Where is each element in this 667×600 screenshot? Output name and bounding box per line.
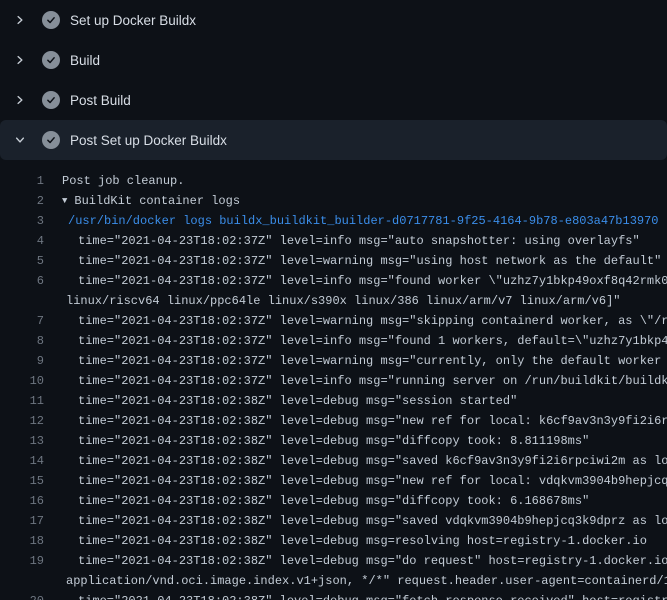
chevron-right-icon[interactable]	[12, 92, 28, 108]
line-number[interactable]: 3	[0, 211, 44, 231]
log-text: time="2021-04-23T18:02:38Z" level=debug …	[78, 494, 589, 508]
log-line: 2 ▼BuildKit container logs	[0, 191, 667, 211]
steps-list: Set up Docker Buildx Build Post Build	[0, 0, 667, 160]
log-text: time="2021-04-23T18:02:37Z" level=info m…	[78, 374, 667, 388]
line-number[interactable]: 17	[0, 511, 44, 531]
log-line: 15 ▼time="2021-04-23T18:02:38Z" level=de…	[0, 471, 667, 491]
log-text: time="2021-04-23T18:02:37Z" level=info m…	[78, 234, 640, 248]
line-number[interactable]: 14	[0, 451, 44, 471]
step-label: Build	[70, 53, 100, 68]
log-line: 20 ▼time="2021-04-23T18:02:38Z" level=de…	[0, 591, 667, 600]
line-number[interactable]: 7	[0, 311, 44, 331]
log-text: time="2021-04-23T18:02:37Z" level=warnin…	[78, 354, 667, 368]
log-text: time="2021-04-23T18:02:37Z" level=warnin…	[78, 254, 661, 268]
log-line: 8 ▼time="2021-04-23T18:02:37Z" level=inf…	[0, 331, 667, 351]
line-number[interactable]: 13	[0, 431, 44, 451]
log-text: time="2021-04-23T18:02:38Z" level=debug …	[78, 454, 667, 468]
log-text: time="2021-04-23T18:02:37Z" level=info m…	[78, 334, 667, 348]
step-label: Post Build	[70, 93, 131, 108]
line-number[interactable]: 2	[0, 191, 44, 211]
check-circle-icon	[42, 51, 60, 69]
log-text: time="2021-04-23T18:02:37Z" level=warnin…	[78, 314, 667, 328]
log-line: 14 ▼time="2021-04-23T18:02:38Z" level=de…	[0, 451, 667, 471]
line-number[interactable]: 8	[0, 331, 44, 351]
log-line: 4 ▼time="2021-04-23T18:02:37Z" level=inf…	[0, 231, 667, 251]
chevron-right-icon[interactable]	[12, 52, 28, 68]
step-row[interactable]: Build	[0, 40, 667, 80]
step-label: Post Set up Docker Buildx	[70, 133, 227, 148]
line-number[interactable]: 1	[0, 171, 44, 191]
log-text: application/vnd.oci.image.index.v1+json,…	[66, 574, 667, 588]
log-line: ▼application/vnd.oci.image.index.v1+json…	[0, 571, 667, 591]
check-circle-icon	[42, 91, 60, 109]
log-line: 12 ▼time="2021-04-23T18:02:38Z" level=de…	[0, 411, 667, 431]
chevron-down-icon[interactable]	[12, 132, 28, 148]
step-row[interactable]: Set up Docker Buildx	[0, 0, 667, 40]
log-line: 9 ▼time="2021-04-23T18:02:37Z" level=war…	[0, 351, 667, 371]
log-text: time="2021-04-23T18:02:38Z" level=debug …	[78, 474, 667, 488]
log-line: 19 ▼time="2021-04-23T18:02:38Z" level=de…	[0, 551, 667, 571]
line-number[interactable]	[0, 571, 44, 591]
log-line: 16 ▼time="2021-04-23T18:02:38Z" level=de…	[0, 491, 667, 511]
log-text: time="2021-04-23T18:02:38Z" level=debug …	[78, 414, 667, 428]
log-text: time="2021-04-23T18:02:38Z" level=debug …	[78, 514, 667, 528]
log-text: time="2021-04-23T18:02:38Z" level=debug …	[78, 554, 667, 568]
log-line: 7 ▼time="2021-04-23T18:02:37Z" level=war…	[0, 311, 667, 331]
line-number[interactable]: 4	[0, 231, 44, 251]
log-line: 11 ▼time="2021-04-23T18:02:38Z" level=de…	[0, 391, 667, 411]
line-number[interactable]: 15	[0, 471, 44, 491]
log-text: time="2021-04-23T18:02:38Z" level=debug …	[78, 394, 517, 408]
line-number[interactable]: 11	[0, 391, 44, 411]
log-line: ▼linux/riscv64 linux/ppc64le linux/s390x…	[0, 291, 667, 311]
step-label: Set up Docker Buildx	[70, 13, 196, 28]
line-number[interactable]: 9	[0, 351, 44, 371]
line-number[interactable]	[0, 291, 44, 311]
line-number[interactable]: 16	[0, 491, 44, 511]
line-number[interactable]: 19	[0, 551, 44, 571]
log-text: linux/riscv64 linux/ppc64le linux/s390x …	[66, 294, 621, 308]
log-text: Post job cleanup.	[62, 174, 184, 188]
log-line: 1 ▼Post job cleanup.	[0, 171, 667, 191]
log-line: 10 ▼time="2021-04-23T18:02:37Z" level=in…	[0, 371, 667, 391]
log-line: 3 ▼/usr/bin/docker logs buildx_buildkit_…	[0, 211, 667, 231]
line-number[interactable]: 5	[0, 251, 44, 271]
log-area: 1 ▼Post job cleanup. 2 ▼BuildKit contain…	[0, 160, 667, 600]
chevron-right-icon[interactable]	[12, 12, 28, 28]
line-number[interactable]: 18	[0, 531, 44, 551]
line-number[interactable]: 10	[0, 371, 44, 391]
log-line: 6 ▼time="2021-04-23T18:02:37Z" level=inf…	[0, 271, 667, 291]
log-text: time="2021-04-23T18:02:38Z" level=debug …	[78, 594, 667, 600]
workflow-log-viewer: Set up Docker Buildx Build Post Build	[0, 0, 667, 600]
step-row[interactable]: Post Build	[0, 80, 667, 120]
log-line: 13 ▼time="2021-04-23T18:02:38Z" level=de…	[0, 431, 667, 451]
log-text: time="2021-04-23T18:02:38Z" level=debug …	[78, 434, 589, 448]
check-circle-icon	[42, 11, 60, 29]
log-line: 17 ▼time="2021-04-23T18:02:38Z" level=de…	[0, 511, 667, 531]
log-line: 18 ▼time="2021-04-23T18:02:38Z" level=de…	[0, 531, 667, 551]
log-text: time="2021-04-23T18:02:37Z" level=info m…	[78, 274, 667, 288]
log-text: time="2021-04-23T18:02:38Z" level=debug …	[78, 534, 647, 548]
group-collapse-icon[interactable]: ▼	[62, 196, 74, 206]
log-text: BuildKit container logs	[74, 194, 240, 208]
check-circle-icon	[42, 131, 60, 149]
log-line: 5 ▼time="2021-04-23T18:02:37Z" level=war…	[0, 251, 667, 271]
log-text: /usr/bin/docker logs buildx_buildkit_bui…	[68, 214, 659, 228]
step-row[interactable]: Post Set up Docker Buildx	[0, 120, 667, 160]
line-number[interactable]: 6	[0, 271, 44, 291]
line-number[interactable]: 12	[0, 411, 44, 431]
line-number[interactable]: 20	[0, 591, 44, 600]
